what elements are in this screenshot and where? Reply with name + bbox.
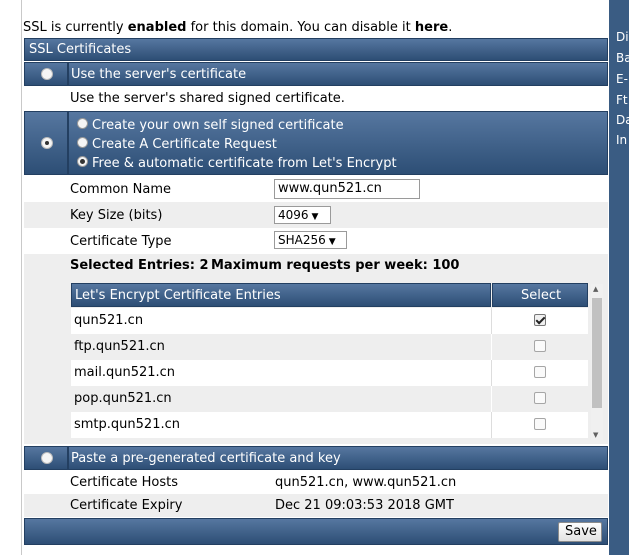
entry-domain: pop.qun521.cn: [74, 391, 172, 406]
paste-cert-radio-cell[interactable]: [24, 446, 68, 470]
ssl-certificates-header: SSL Certificates: [24, 38, 608, 61]
server-cert-option[interactable]: Use the server's certificate: [68, 62, 608, 86]
cert-type-select[interactable]: SHA256 ▼: [274, 231, 347, 249]
lets-encrypt-radio[interactable]: [77, 156, 88, 167]
scroll-up-icon[interactable]: ▲: [593, 285, 598, 293]
server-cert-radio[interactable]: [41, 68, 53, 80]
footer-bar: Save: [24, 518, 608, 545]
scrollbar-thumb[interactable]: [592, 298, 602, 408]
chevron-down-icon: ▼: [328, 237, 336, 247]
cert-expiry-label: Certificate Expiry: [70, 498, 183, 513]
cert-request-label[interactable]: Create A Certificate Request: [92, 137, 277, 152]
cert-type-row: Certificate Type SHA256 ▼: [24, 228, 608, 254]
entry-domain: smtp.qun521.cn: [74, 417, 180, 432]
right-nav-item[interactable]: E-: [616, 72, 628, 86]
cert-type-value: SHA256: [278, 233, 326, 247]
paste-cert-option[interactable]: Paste a pre-generated certificate and ke…: [68, 446, 608, 470]
right-nav-item[interactable]: In: [616, 133, 627, 147]
self-signed-label[interactable]: Create your own self signed certificate: [92, 118, 344, 133]
entry-checkbox[interactable]: [534, 392, 546, 404]
cert-hosts-row: Certificate Hosts qun521.cn, www.qun521.…: [24, 470, 608, 494]
ssl-status: enabled: [127, 20, 187, 35]
entry-domain: qun521.cn: [74, 313, 144, 328]
notice-text: .: [448, 20, 453, 35]
save-button[interactable]: Save: [558, 522, 602, 542]
key-size-label: Key Size (bits): [70, 208, 163, 223]
own-cert-options: Create your own self signed certificate …: [68, 111, 608, 175]
cert-type-label: Certificate Type: [70, 234, 172, 249]
chevron-down-icon: ▼: [311, 212, 319, 222]
ssl-status-notice: SSL is currently enabled for this domain…: [23, 20, 452, 35]
common-name-row: Common Name www.qun521.cn: [24, 176, 608, 202]
common-name-input[interactable]: www.qun521.cn: [274, 179, 420, 199]
server-cert-description-row: Use the server's shared signed certifica…: [24, 86, 608, 110]
entry-checkbox[interactable]: [534, 340, 546, 352]
key-size-value: 4096: [278, 208, 309, 222]
entries-header-label: Let's Encrypt Certificate Entries: [75, 288, 281, 303]
key-size-select[interactable]: 4096 ▼: [274, 206, 331, 224]
table-row: mail.qun521.cn: [71, 360, 588, 386]
cert-request-radio[interactable]: [77, 137, 88, 148]
lets-encrypt-label[interactable]: Free & automatic certificate from Let's …: [92, 156, 397, 171]
cert-hosts-value: qun521.cn, www.qun521.cn: [275, 475, 457, 490]
table-row: qun521.cn: [71, 308, 588, 334]
disable-ssl-link[interactable]: here: [415, 20, 448, 35]
table-row: ftp.qun521.cn: [71, 334, 588, 360]
own-cert-radio[interactable]: [41, 137, 53, 149]
entries-scrollbar[interactable]: ▲ ▼: [591, 284, 603, 440]
table-row: smtp.qun521.cn: [71, 412, 588, 438]
table-row: pop.qun521.cn: [71, 386, 588, 412]
right-nav-item[interactable]: Ba: [616, 51, 629, 65]
common-name-label: Common Name: [70, 182, 172, 197]
right-nav-item[interactable]: Di: [616, 30, 629, 44]
max-requests-info: Maximum requests per week: 100: [211, 258, 460, 273]
key-size-row: Key Size (bits) 4096 ▼: [24, 202, 608, 228]
server-cert-label: Use the server's certificate: [71, 67, 247, 82]
right-nav-panel: Di Ba E- Ft Da In: [609, 0, 629, 555]
section-title: SSL Certificates: [29, 42, 132, 57]
right-nav-item[interactable]: Ft: [616, 93, 628, 107]
own-cert-radio-cell[interactable]: [24, 111, 68, 175]
selected-entries-count: Selected Entries: 2: [70, 258, 209, 273]
self-signed-radio[interactable]: [77, 118, 88, 129]
cert-expiry-value: Dec 21 09:03:53 2018 GMT: [275, 498, 454, 513]
entry-checkbox[interactable]: [534, 366, 546, 378]
entry-domain: mail.qun521.cn: [74, 365, 176, 380]
left-panel-edge: [0, 0, 22, 555]
right-nav-item[interactable]: Da: [616, 113, 629, 127]
scroll-down-icon[interactable]: ▼: [593, 431, 598, 439]
select-column-header: Select: [492, 283, 588, 307]
paste-cert-label: Paste a pre-generated certificate and ke…: [71, 451, 341, 466]
select-header-label: Select: [521, 288, 562, 303]
notice-text: SSL is currently: [23, 20, 128, 35]
cert-expiry-row: Certificate Expiry Dec 21 09:03:53 2018 …: [24, 494, 608, 517]
server-cert-description: Use the server's shared signed certifica…: [70, 91, 345, 106]
cert-hosts-label: Certificate Hosts: [70, 475, 179, 490]
notice-text: for this domain. You can disable it: [186, 20, 415, 35]
entry-checkbox[interactable]: [534, 418, 546, 430]
entry-checkbox[interactable]: [534, 314, 546, 326]
entry-domain: ftp.qun521.cn: [74, 339, 165, 354]
entries-column-header: Let's Encrypt Certificate Entries: [71, 283, 491, 307]
paste-cert-radio[interactable]: [41, 452, 53, 464]
server-cert-radio-cell[interactable]: [24, 62, 68, 86]
